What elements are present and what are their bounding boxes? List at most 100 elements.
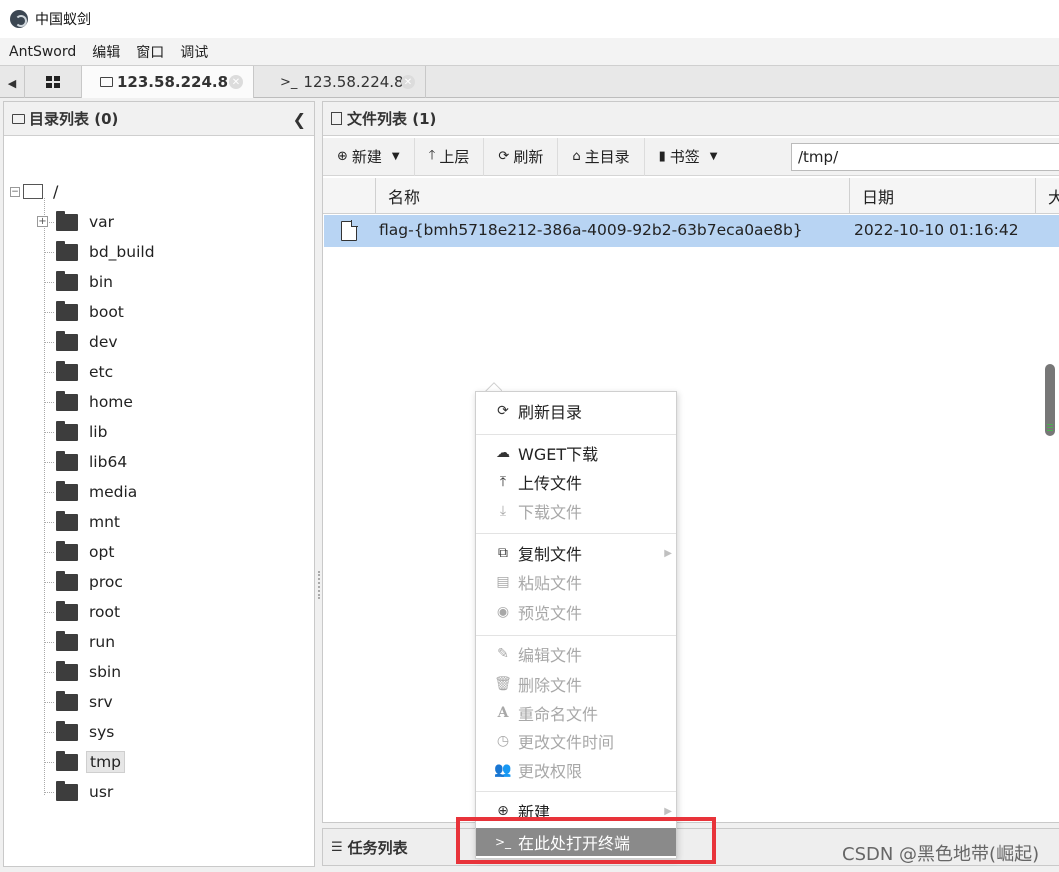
refresh-button[interactable]: ⟳ 刷新 [484,137,559,176]
tree-node-label: home [89,393,133,411]
folder-icon [56,540,78,561]
download-icon: ⤓ [499,503,507,519]
users-icon: 👥 [494,762,512,778]
tree-node-run[interactable]: run [44,630,118,653]
folder-icon [56,300,78,321]
tree-node-bin[interactable]: bin [44,270,116,293]
tab-file-manager[interactable]: 123.58.224.8 ✕ [82,66,254,98]
tree-root[interactable]: − / [10,182,58,201]
menu-item-label: 编辑文件 [518,646,583,665]
home-icon: ⌂ [572,149,581,164]
terminal-icon: >_ [280,74,298,90]
new-button[interactable]: ⊕ 新建 ▼ [323,137,415,176]
scrollbar-thumb[interactable] [1045,364,1055,436]
menu-window[interactable]: 窗口 [136,42,164,62]
tree-node-label: var [89,213,115,231]
menu-item-preview[interactable]: ◉ 预览文件 [476,598,676,626]
window-title-bar: 中国蚁剑 [0,0,1059,38]
tree-root-label: / [53,182,59,201]
tab-bar: ◀ 123.58.224.8 ✕ >_ 123.58.224.8 ✕ [0,65,1059,98]
tree-node-dev[interactable]: dev [44,330,121,353]
file-icon [341,220,358,241]
watermark: CSDN @黑色地带(崛起) [842,844,1040,865]
tree-node-sys[interactable]: sys [44,720,117,743]
home-button[interactable]: ⌂ 主目录 [558,137,645,176]
menu-item-change-time[interactable]: ◷ 更改文件时间 [476,727,676,755]
tree-node-lib64[interactable]: lib64 [44,450,130,473]
tree-node-bd_build[interactable]: bd_build [44,240,158,263]
tree-node-usr[interactable]: usr [44,780,116,803]
tab-terminal[interactable]: >_ 123.58.224.8 ✕ [254,66,426,98]
menu-antsword[interactable]: AntSword [9,44,76,60]
tree-node-var[interactable]: + var [37,210,117,233]
bookmark-button-label: 书签 [669,148,700,166]
refresh-button-label: 刷新 [513,148,544,166]
folder-icon [56,720,78,741]
tree-node-label: lib [89,423,108,441]
collapse-node-icon[interactable]: − [10,186,20,197]
tab-scroll-left-icon[interactable]: ◀ [4,73,20,93]
directory-panel: 目录列表 (0) ❮ − / + var bd_build bin boot dev etc… [3,101,315,867]
tree-node-label: lib64 [89,453,128,471]
folder-icon [56,330,78,351]
file-row[interactable]: flag-{bmh5718e212-386a-4009-92b2-63b7eca… [324,215,1059,247]
submenu-arrow-icon: ▶ [664,805,672,817]
grid-icon [46,76,60,88]
tree-node-mnt[interactable]: mnt [44,510,123,533]
close-icon[interactable]: ✕ [229,75,243,89]
tab-dashboard[interactable] [24,66,82,98]
menu-item-label: WGET下载 [518,445,599,464]
folder-icon [56,570,78,591]
tree-node-home[interactable]: home [44,390,136,413]
menu-item-delete[interactable]: 🗑 删除文件 [476,670,676,698]
menu-item-paste[interactable]: ▤ 粘贴文件 [476,568,676,596]
tree-node-label: sys [89,723,115,741]
tree-node-label: usr [89,783,114,801]
home-button-label: 主目录 [584,148,630,166]
tab-file-manager-label: 123.58.224.8 [117,73,229,91]
menu-item-rename[interactable]: A 重命名文件 [476,699,676,727]
menu-item-copy[interactable]: ⧉ 复制文件 ▶ [476,539,676,567]
path-input[interactable]: /tmp/ [791,143,1059,171]
menu-debug[interactable]: 调试 [180,42,208,62]
tree-node-srv[interactable]: srv [44,690,116,713]
close-icon[interactable]: ✕ [401,75,415,89]
folder-icon [56,510,78,531]
menu-item-label: 更改权限 [518,762,583,781]
folder-icon [56,480,78,501]
tree-node-etc[interactable]: etc [44,360,116,383]
file-panel-title: 文件列表 (1) [347,110,437,128]
tree-node-tmp[interactable]: tmp [44,750,126,773]
cloud-download-icon: ☁ [496,445,510,461]
menu-item-edit[interactable]: ✎ 编辑文件 [476,640,676,668]
collapse-panel-icon[interactable]: ❮ [293,110,306,129]
up-button-label: 上层 [439,148,470,166]
folder-icon [56,780,78,801]
tree-node-opt[interactable]: opt [44,540,117,563]
tree-node-lib[interactable]: lib [44,420,110,443]
up-button[interactable]: 🡑 上层 [415,137,485,176]
tree-node-proc[interactable]: proc [44,570,126,593]
menu-item-change-permission[interactable]: 👥 更改权限 [476,756,676,784]
menu-item-wget[interactable]: ☁ WGET下载 [476,439,676,467]
tree-node-media[interactable]: media [44,480,140,503]
menu-item-upload[interactable]: ⤒ 上传文件 [476,468,676,496]
tree-node-label: dev [89,333,118,351]
folder-icon [56,630,78,651]
menu-edit[interactable]: 编辑 [92,42,120,62]
column-date[interactable]: 日期 [849,178,1035,214]
tree-node-label: srv [89,693,113,711]
icon-column-header [323,178,375,214]
menu-item-refresh-dir[interactable]: ⟳ 刷新目录 [476,397,676,425]
tree-node-root[interactable]: root [44,600,123,623]
tree-node-sbin[interactable]: sbin [44,660,124,683]
column-size[interactable]: 大 [1035,178,1059,214]
menu-item-label: 重命名文件 [518,705,599,724]
column-name[interactable]: 名称 [375,178,849,214]
tree-node-boot[interactable]: boot [44,300,127,323]
plus-circle-icon: ⊕ [337,149,348,164]
bookmark-button[interactable]: ▮ 书签 ▼ [645,138,732,176]
expand-node-icon[interactable]: + [37,216,48,227]
menu-item-download[interactable]: ⤓ 下载文件 [476,497,676,525]
window-title: 中国蚁剑 [35,12,91,28]
